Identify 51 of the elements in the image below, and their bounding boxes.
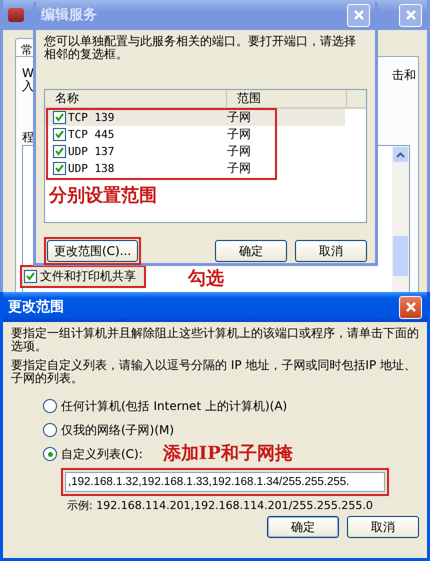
checkbox[interactable]	[53, 162, 66, 175]
example-text: 示例: 192.168.114.201,192.168.114.201/255.255.255.0	[67, 499, 374, 513]
port-row[interactable]: UDP 137 子网	[45, 143, 345, 160]
checkbox[interactable]	[53, 111, 66, 124]
column-header[interactable]: 范围	[227, 90, 347, 107]
port-row[interactable]: UDP 138 子网	[45, 160, 345, 177]
cancel-button[interactable]: 取消	[347, 516, 419, 538]
port-scope: 子网	[227, 160, 251, 177]
description-text: 击和	[392, 67, 416, 84]
radio-label: 自定义列表(C):	[61, 447, 143, 461]
custom-list-field[interactable]: ,192.168.1.32,192.168.1.33,192.168.1.34/255.255.255.	[65, 472, 385, 492]
radio-button[interactable]	[43, 399, 57, 413]
column-header[interactable]: 名称	[45, 90, 227, 107]
radio-button[interactable]	[43, 447, 57, 461]
port-scope: 子网	[227, 126, 251, 143]
cancel-button[interactable]: 取消	[295, 240, 367, 262]
port-row[interactable]: TCP 139 子网	[45, 109, 345, 126]
port-name: TCP 139	[68, 111, 114, 124]
checkbox[interactable]	[53, 145, 66, 158]
port-row[interactable]: TCP 445 子网	[45, 126, 345, 143]
app-icon	[8, 8, 24, 22]
list-label: 程	[22, 129, 34, 146]
dialog-title: 更改范围	[8, 298, 64, 316]
description-text: 要指定自定义列表，请输入以逗号分隔的 IP 地址，子网或同时包括IP 地址、子网的列表。	[11, 359, 417, 385]
close-button[interactable]	[399, 296, 422, 318]
ok-button[interactable]: 确定	[215, 240, 287, 262]
description-text: 要指定一组计算机并且解除阻止这些计算机上的该端口或程序，请单击下面的选项。	[11, 327, 419, 353]
close-icon	[352, 9, 364, 21]
dialog-title: 编辑服务	[41, 6, 97, 24]
checkbox-label: 文件和打印机共享	[40, 268, 136, 285]
radio-label: 仅我的网络(子网)(M)	[61, 423, 174, 437]
port-scope: 子网	[227, 143, 251, 160]
checkbox[interactable]	[53, 128, 66, 141]
description-text: 您可以单独配置与此服务相关的端口。要打开端口，请选择相邻的复选框。	[44, 35, 357, 61]
port-scope: 子网	[227, 109, 251, 126]
chevron-up-icon	[396, 152, 405, 158]
description-text: W 入	[22, 67, 34, 93]
close-icon	[404, 9, 416, 21]
ok-button[interactable]: 确定	[267, 516, 339, 538]
change-scope-button[interactable]: 更改范围(C)...	[47, 240, 138, 262]
scrollbar-thumb[interactable]	[393, 236, 408, 276]
radio-label: 任何计算机(包括 Internet 上的计算机)(A)	[61, 399, 288, 413]
annotation-text: 添加IP和子网掩	[162, 444, 293, 464]
annotation-text: 勾选	[188, 269, 224, 289]
close-icon	[404, 301, 416, 313]
checkbox[interactable]	[24, 270, 37, 283]
port-name: UDP 137	[68, 145, 114, 158]
port-name: UDP 138	[68, 162, 114, 175]
port-name: TCP 445	[68, 128, 114, 141]
annotation-text: 分别设置范围	[49, 185, 158, 207]
radio-button[interactable]	[43, 423, 57, 437]
